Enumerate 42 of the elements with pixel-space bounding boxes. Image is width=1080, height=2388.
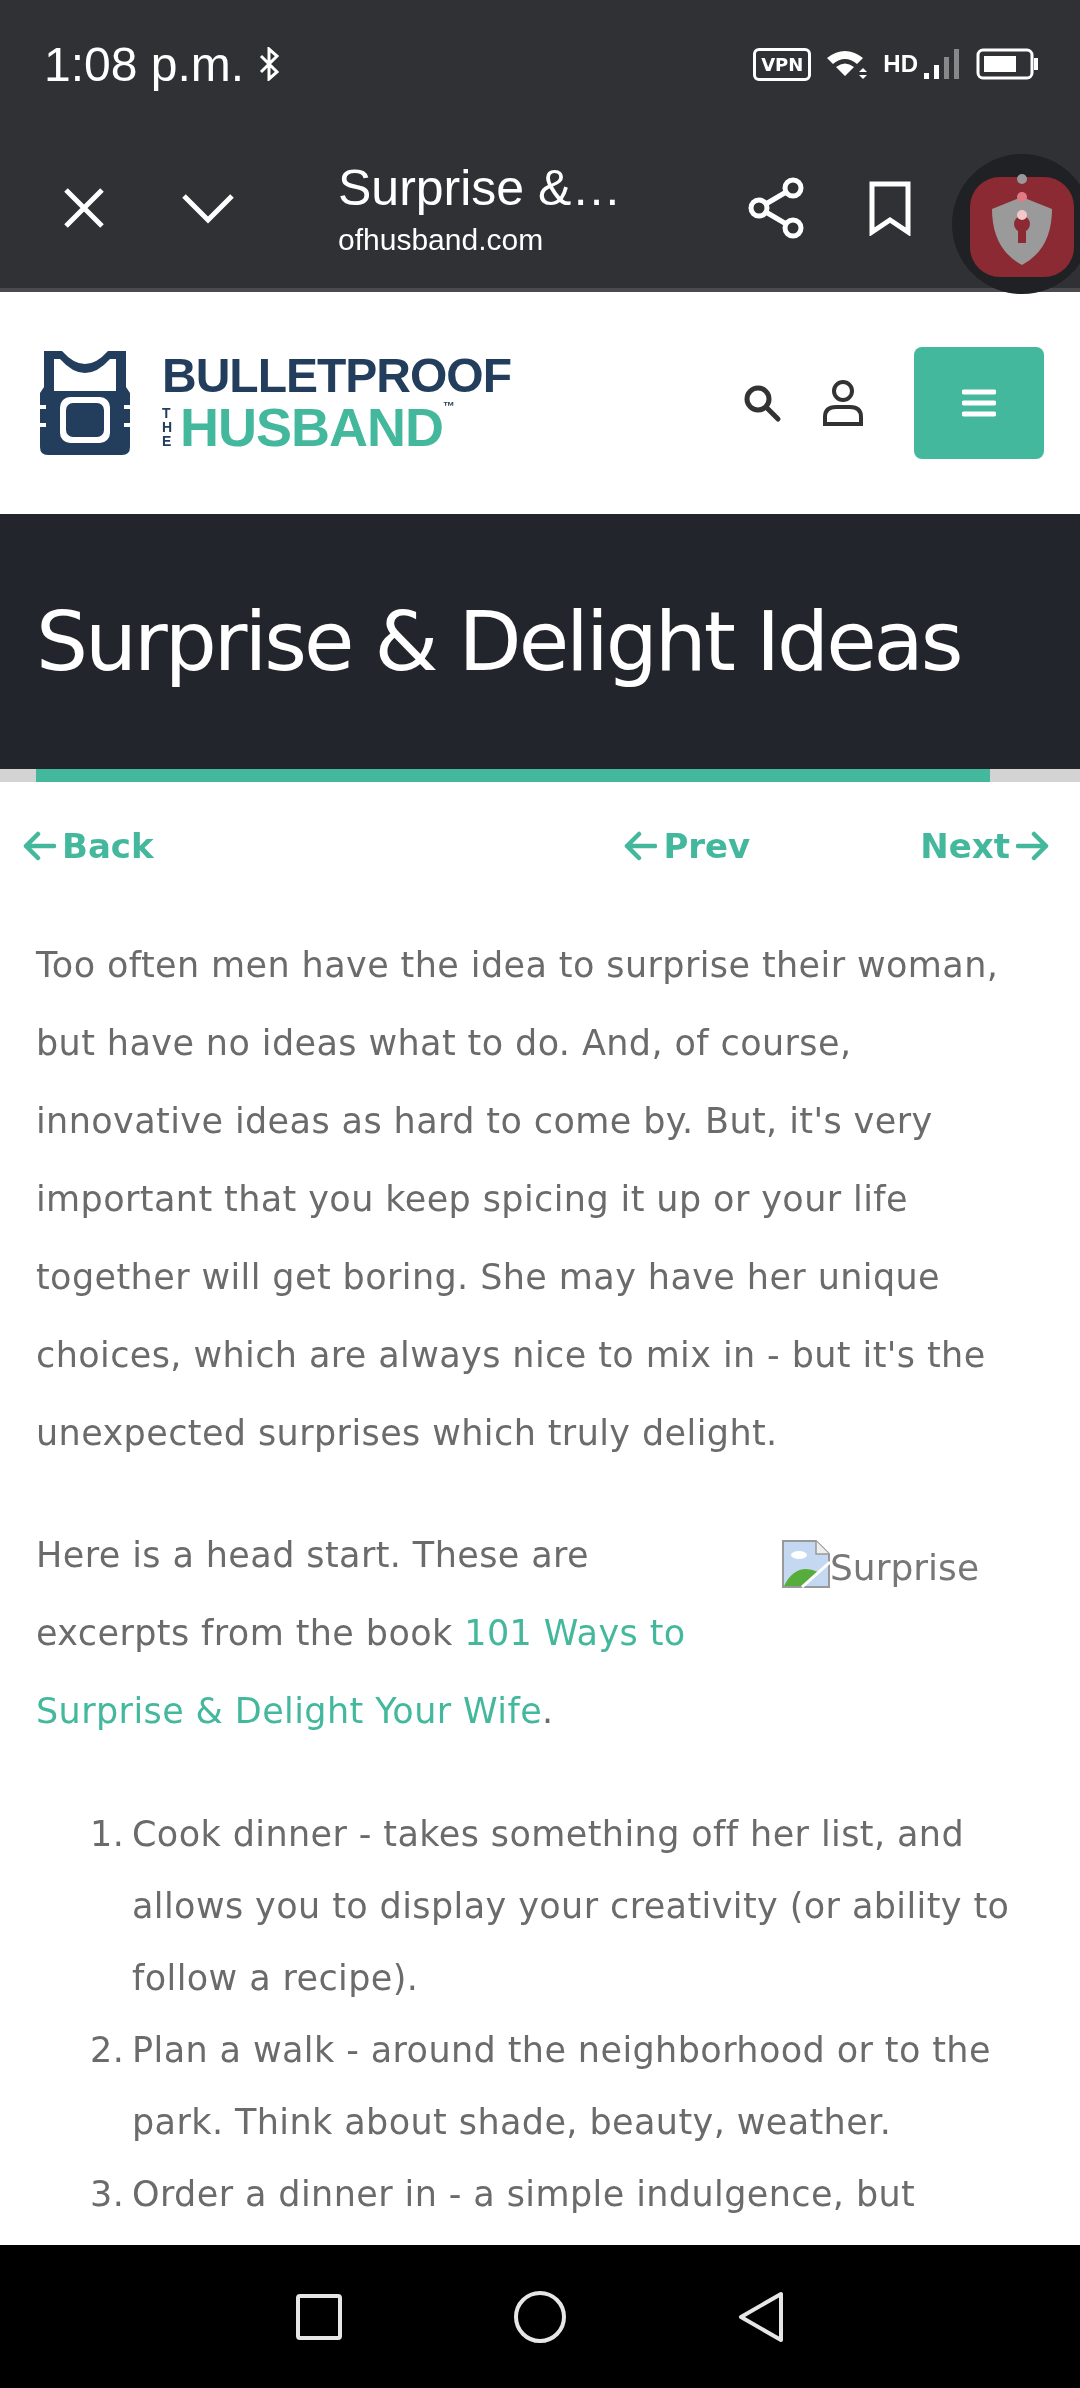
nav-link[interactable]: Prev (623, 826, 751, 866)
battery-icon (976, 47, 1040, 81)
clock-time: 1:08 p.m. (44, 36, 245, 92)
wifi-icon (825, 48, 870, 80)
book-link[interactable]: Surprise & Delight Your Wife (36, 1691, 543, 1731)
list-item-text: Cook dinner - takes something off her list, and allows you to display your creativity (or ability to follow a recipe). (132, 1813, 1011, 2000)
share-icon (747, 177, 805, 239)
page-title-label: Surprise &… (338, 159, 623, 217)
page-url[interactable]: ofhusband.com (338, 223, 698, 257)
body-paragraph: Here is a head start. These are excerpts from the book 101 Ways to Surprise & Delight Your Wife. (36, 1534, 687, 1733)
list-item-text: Plan a walk - around the neighborhood or to the park. Think about shade, beauty, weather. (132, 2029, 992, 2144)
list-number: 3. (90, 2173, 126, 2216)
network-type-label: HD (883, 50, 918, 78)
trademark-mark: ™ (443, 400, 455, 412)
home-icon[interactable] (513, 2289, 567, 2344)
arrow-left-icon (22, 831, 56, 861)
logo-wordmark: BULLETPROOF (162, 352, 511, 400)
close-icon (62, 186, 106, 230)
broken-image-icon (782, 1540, 830, 1588)
nav-link[interactable]: Next (920, 826, 1050, 866)
user-icon[interactable] (822, 379, 864, 427)
list-number: 1. (90, 1813, 126, 1856)
body-paragraph: Too often men have the idea to surprise their woman, but have no ideas what to do. And, of course, innovative ideas as hard to come by. But, it's very important that you keep spicing it up or your life together will get boring. She may have her unique choices, which are always nice to mix in - but it's the unexpected surprises which truly delight. (36, 944, 1000, 1455)
list-item-text: Order a dinner in - a simple indulgence, but (132, 2173, 916, 2216)
logo-wordmark: HUSBAND (180, 400, 443, 454)
book-link[interactable]: 101 Ways to (464, 1613, 686, 1653)
search-icon[interactable] (742, 383, 782, 423)
bluetooth-icon (258, 47, 281, 81)
back-icon[interactable] (737, 2289, 785, 2344)
image-alt-text: Surprise (830, 1547, 980, 1588)
vpn-indicator: VPN (753, 47, 812, 81)
arrow-left-icon (623, 831, 658, 861)
bookmark-icon (868, 180, 912, 236)
logo-small-word: THE (162, 406, 174, 448)
chevron-down-icon (181, 192, 235, 224)
menu-icon (962, 389, 996, 417)
recents-icon[interactable] (295, 2292, 343, 2341)
page-heading: Surprise & Delight Ideas (36, 594, 961, 689)
list-number: 2. (90, 2029, 126, 2072)
arrow-right-icon (1016, 831, 1050, 861)
nav-link[interactable]: Back (22, 826, 154, 866)
signal-icon (922, 47, 962, 81)
